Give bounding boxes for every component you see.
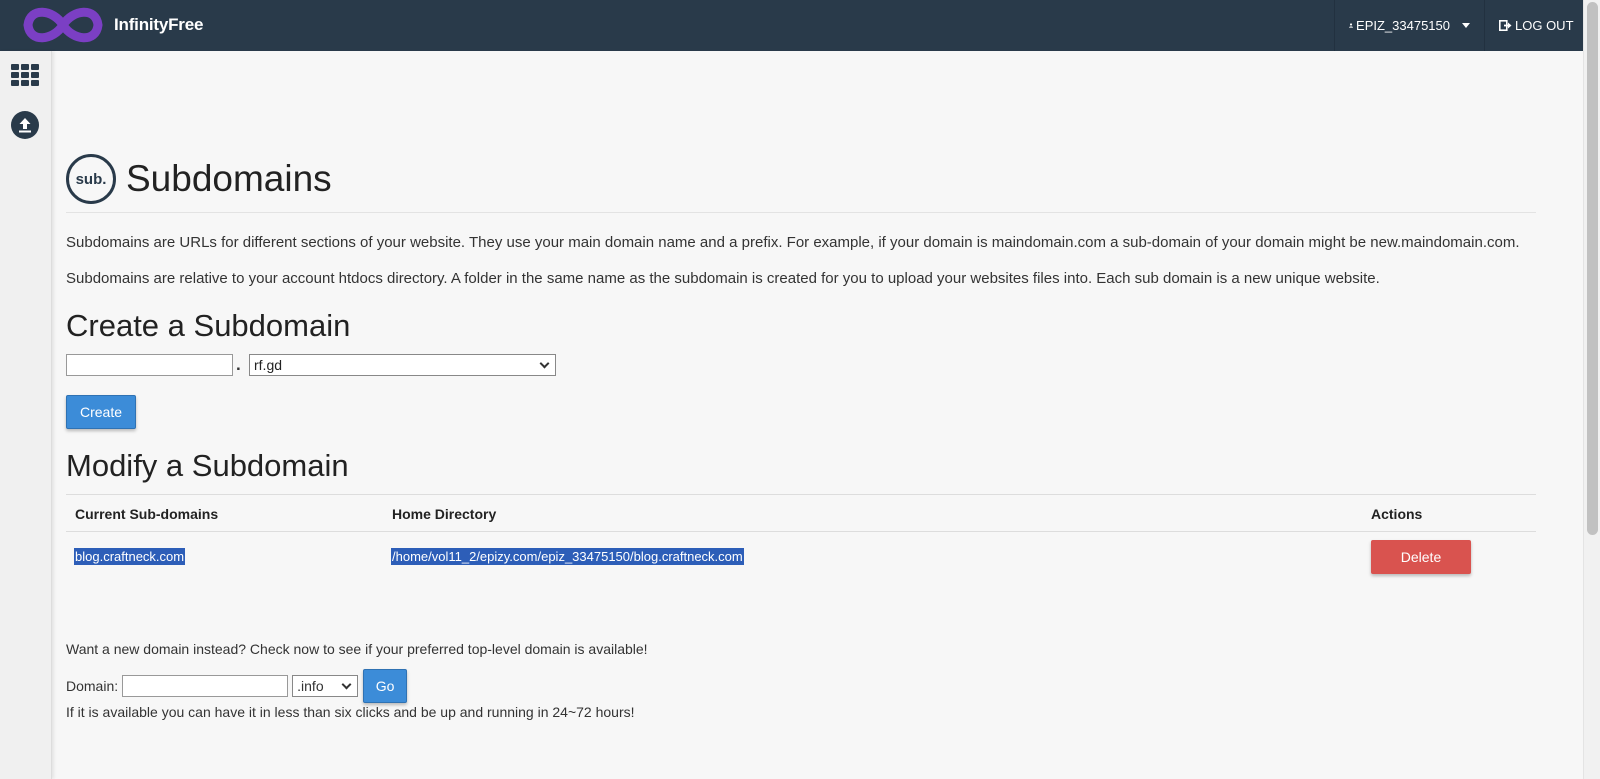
subdomain-cell: blog.craftneck.com [74,548,186,565]
upload-icon[interactable] [11,111,39,139]
home-directory-cell: /home/vol11_2/epizy.com/epiz_33475150/bl… [391,548,744,565]
scrollbar-thumb[interactable] [1587,2,1598,535]
page-header: sub. Subdomains [66,154,332,204]
domain-promo-text: Want a new domain instead? Check now to … [66,641,648,657]
user-account-menu[interactable]: EPIZ_33475150 [1334,0,1470,51]
domain-select[interactable]: rf.gd [249,354,556,376]
column-header-subdomains: Current Sub-domains [75,506,219,522]
vertical-scrollbar[interactable] [1583,0,1600,779]
delete-button[interactable]: Delete [1371,540,1471,574]
column-header-actions: Actions [1371,506,1423,522]
brand-logo[interactable]: InfinityFree [20,3,203,47]
logout-icon [1499,20,1512,31]
logout-button[interactable]: LOG OUT [1484,0,1583,51]
domain-separator: . [236,355,241,374]
logout-label: LOG OUT [1515,18,1574,33]
create-subdomain-heading: Create a Subdomain [66,308,351,343]
column-header-home-directory: Home Directory [392,506,497,522]
infinity-logo-icon [23,7,103,43]
domain-search-row: Domain: .info Go [66,669,408,703]
table-header: Current Sub-domains Home Directory Actio… [66,494,1536,532]
table-row: blog.craftneck.com /home/vol11_2/epizy.c… [66,532,1536,580]
go-button[interactable]: Go [363,669,408,703]
modify-subdomain-heading: Modify a Subdomain [66,448,349,483]
intro-paragraph-2: Subdomains are relative to your account … [66,270,1380,287]
domain-search-input[interactable] [122,675,289,697]
left-sidebar [0,51,52,779]
intro-paragraph-1: Subdomains are URLs for different sectio… [66,234,1520,251]
subdomains-table: Current Sub-domains Home Directory Actio… [66,494,1536,580]
brand-name: InfinityFree [114,15,204,34]
tld-select-value: .info [297,678,324,694]
page-title: Subdomains [126,158,332,199]
domain-availability-note: If it is available you can have it in le… [66,704,635,720]
chevron-down-icon [341,679,352,689]
header-divider [66,212,1536,213]
username-label: EPIZ_33475150 [1356,18,1450,33]
tld-select[interactable]: .info [292,675,359,697]
domain-select-value: rf.gd [254,357,283,373]
domain-label: Domain: [66,678,119,694]
subdomain-input[interactable] [66,354,233,376]
apps-grid-icon[interactable] [11,64,39,86]
subdomains-icon: sub. [66,154,116,204]
chevron-down-icon [1462,23,1470,28]
user-icon [1349,23,1354,28]
top-navbar: InfinityFree EPIZ_33475150 LOG OUT [0,0,1583,51]
chevron-down-icon [539,358,550,368]
create-button[interactable]: Create [66,395,136,429]
